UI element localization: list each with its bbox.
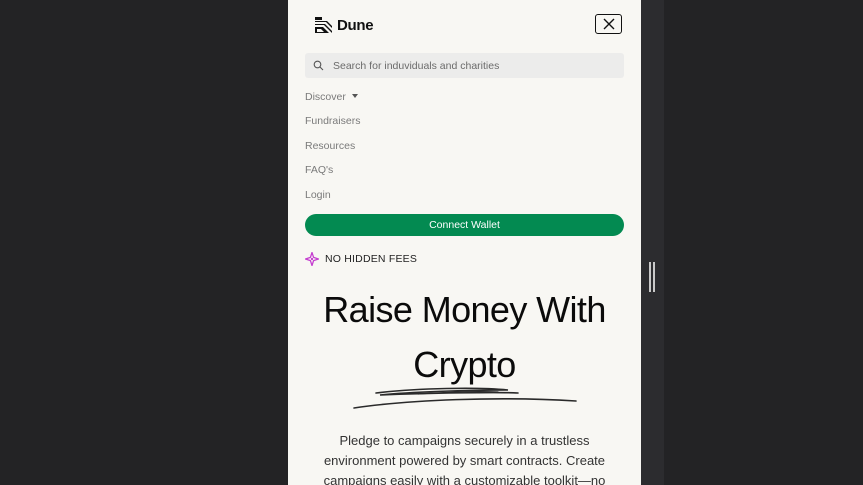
connect-wallet-button[interactable]: Connect Wallet bbox=[305, 214, 624, 236]
sparkle-icon bbox=[305, 252, 319, 266]
search-input[interactable] bbox=[333, 59, 613, 72]
nav-item-label: FAQ's bbox=[305, 164, 334, 177]
brand-logo[interactable]: Dune bbox=[314, 15, 374, 35]
handle-bar bbox=[653, 262, 655, 292]
page-title: Raise Money With Crypto bbox=[288, 282, 641, 392]
handle-bar bbox=[649, 262, 651, 292]
search-icon bbox=[313, 60, 324, 71]
close-icon bbox=[603, 18, 614, 30]
scribble-underline bbox=[353, 387, 577, 409]
header: Dune bbox=[288, 0, 641, 52]
resize-handle[interactable] bbox=[649, 262, 655, 292]
nav-item-label: Resources bbox=[305, 139, 356, 152]
nav-item-faqs[interactable]: FAQ's bbox=[305, 163, 360, 187]
hero-description: Pledge to campaigns securely in a trustl… bbox=[323, 433, 606, 485]
nav-item-label: Login bbox=[305, 188, 331, 201]
nav-item-resources[interactable]: Resources bbox=[305, 139, 360, 163]
nav-item-fundraisers[interactable]: Fundraisers bbox=[305, 114, 360, 138]
device-gutter bbox=[641, 0, 664, 485]
nav-item-discover[interactable]: Discover bbox=[305, 90, 360, 114]
nav-item-label: Fundraisers bbox=[305, 115, 361, 128]
title-line-1: Raise Money With bbox=[323, 289, 606, 330]
nav-menu: Discover Fundraisers Resources FAQ's Log… bbox=[305, 90, 360, 212]
dune-logo-icon bbox=[315, 17, 332, 33]
nav-item-label: Discover bbox=[305, 91, 346, 103]
mobile-viewport: Dune Discover Fundraisers Resources FAQ'… bbox=[288, 0, 641, 485]
search-bar[interactable] bbox=[305, 53, 624, 78]
badge-text: NO HIDDEN FEES bbox=[325, 253, 418, 265]
brand-name: Dune bbox=[337, 16, 374, 34]
no-hidden-fees-badge: NO HIDDEN FEES bbox=[305, 252, 417, 266]
close-menu-button[interactable] bbox=[595, 14, 622, 34]
caret-down-icon bbox=[351, 94, 358, 98]
nav-item-login[interactable]: Login bbox=[305, 188, 360, 212]
